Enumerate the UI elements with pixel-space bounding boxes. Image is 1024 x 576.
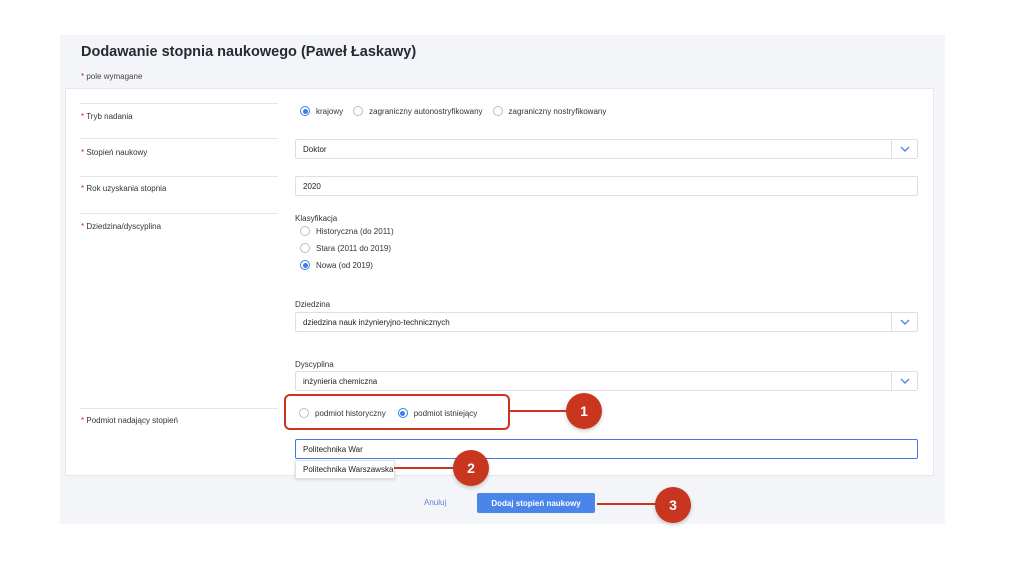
- tryb-option-nostryfikowany[interactable]: zagraniczny nostryfikowany: [492, 106, 607, 116]
- rok-value: 2020: [303, 181, 321, 191]
- dziedzina-select[interactable]: dziedzina nauk inżynieryjno-technicznych: [295, 312, 918, 332]
- page-title: Dodawanie stopnia naukowego (Paweł Łaska…: [81, 44, 417, 60]
- podmiot-input-value: Politechnika War: [303, 444, 363, 454]
- radio-selected-icon[interactable]: [300, 260, 310, 270]
- tryb-option-label: krajowy: [316, 106, 344, 116]
- required-star: *: [81, 222, 85, 231]
- dyscyplina-label: Dyscyplina: [295, 360, 334, 369]
- dziedzina-dyscyplina-label: * Dziedzina/dyscyplina: [81, 222, 161, 231]
- annotation-badge-1: 1: [566, 393, 602, 429]
- tryb-option-label: zagraniczny autonostryfikowany: [369, 106, 483, 116]
- suggestion-label: Politechnika Warszawska: [303, 465, 394, 474]
- required-star: *: [81, 148, 85, 157]
- annotation-badge-3: 3: [655, 487, 691, 523]
- required-note-text: pole wymagane: [86, 72, 143, 81]
- klasyfikacja-option-label: Stara (2011 do 2019): [316, 243, 392, 253]
- radio-icon[interactable]: [300, 226, 310, 236]
- annotation-badge-2: 2: [453, 450, 489, 486]
- cancel-button[interactable]: Anuluj: [424, 498, 446, 507]
- radio-icon[interactable]: [492, 106, 503, 116]
- row-divider: [80, 138, 278, 139]
- klasyfikacja-option-label: Historyczna (do 2011): [316, 226, 394, 236]
- podmiot-label: * Podmiot nadający stopień: [81, 416, 178, 425]
- podmiot-label-text: Podmiot nadający stopień: [86, 416, 178, 425]
- row-divider: [80, 176, 278, 177]
- stopien-label-text: Stopień naukowy: [86, 148, 148, 157]
- rok-label: * Rok uzyskania stopnia: [81, 184, 166, 193]
- tryb-radio-group: krajowy zagraniczny autonostryfikowany z…: [300, 106, 616, 116]
- required-star: *: [81, 72, 85, 81]
- tryb-option-label: zagraniczny nostryfikowany: [508, 106, 607, 116]
- chevron-down-icon[interactable]: [891, 372, 917, 390]
- annotation-highlight-box: [284, 394, 510, 430]
- dziedzina-label: Dziedzina: [295, 300, 331, 309]
- required-star: *: [81, 112, 85, 121]
- row-divider: [80, 408, 278, 409]
- dyscyplina-value: inżynieria chemiczna: [303, 376, 378, 386]
- klasyfikacja-option-stara[interactable]: Stara (2011 do 2019): [300, 243, 391, 253]
- klasyfikacja-option-label: Nowa (od 2019): [316, 260, 373, 270]
- rok-input[interactable]: 2020: [295, 176, 918, 196]
- dziedzina-value: dziedzina nauk inżynieryjno-technicznych: [303, 317, 450, 327]
- klasyfikacja-option-historyczna[interactable]: Historyczna (do 2011): [300, 226, 394, 236]
- annotation-line: [597, 503, 657, 505]
- stopien-select[interactable]: Doktor: [295, 139, 918, 159]
- podmiot-search-input[interactable]: Politechnika War: [295, 439, 918, 459]
- tryb-label-text: Tryb nadania: [86, 112, 133, 121]
- klasyfikacja-option-nowa[interactable]: Nowa (od 2019): [300, 260, 373, 270]
- klasyfikacja-label: Klasyfikacja: [295, 214, 338, 223]
- submit-button[interactable]: Dodaj stopień naukowy: [477, 493, 595, 513]
- required-note: * pole wymagane: [81, 72, 142, 81]
- required-star: *: [81, 416, 85, 425]
- radio-icon[interactable]: [353, 106, 364, 116]
- annotation-line: [394, 467, 456, 469]
- chevron-down-icon[interactable]: [891, 313, 917, 331]
- chevron-down-icon[interactable]: [891, 140, 917, 158]
- dziedzina-dyscyplina-label-text: Dziedzina/dyscyplina: [86, 222, 162, 231]
- dyscyplina-select[interactable]: inżynieria chemiczna: [295, 371, 918, 391]
- autocomplete-suggestion[interactable]: Politechnika Warszawska: [295, 460, 395, 479]
- radio-selected-icon[interactable]: [300, 106, 310, 116]
- stopien-value: Doktor: [303, 144, 327, 154]
- stopien-label: * Stopień naukowy: [81, 148, 147, 157]
- tryb-label: * Tryb nadania: [81, 112, 133, 121]
- radio-icon[interactable]: [300, 243, 310, 253]
- tryb-option-autonostryfikowany[interactable]: zagraniczny autonostryfikowany: [353, 106, 483, 116]
- required-star: *: [81, 184, 85, 193]
- row-divider: [80, 103, 278, 104]
- rok-label-text: Rok uzyskania stopnia: [86, 184, 167, 193]
- row-divider: [80, 213, 278, 214]
- annotation-line: [510, 410, 568, 412]
- tryb-option-krajowy[interactable]: krajowy: [300, 106, 343, 116]
